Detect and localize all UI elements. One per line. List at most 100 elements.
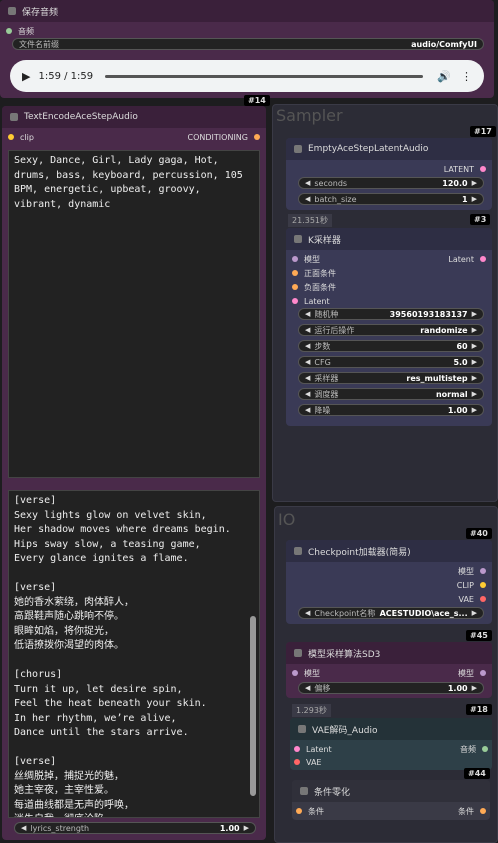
collapse-dot-icon[interactable] (294, 235, 302, 243)
increment-icon[interactable]: ▶ (244, 824, 249, 832)
clip-output-label: CLIP (456, 580, 474, 590)
model-input-socket-icon[interactable] (292, 256, 298, 262)
increment-icon[interactable]: ▶ (472, 342, 477, 350)
clip-input-row: clip (8, 130, 34, 144)
collapse-dot-icon[interactable] (294, 649, 302, 657)
decrement-icon[interactable]: ◀ (305, 310, 310, 318)
conditioning-output-socket-icon[interactable] (254, 134, 260, 140)
increment-icon[interactable]: ▶ (472, 179, 477, 187)
decrement-icon[interactable]: ◀ (305, 179, 310, 187)
increment-icon[interactable]: ▶ (472, 609, 477, 617)
collapse-dot-icon[interactable] (8, 7, 16, 15)
save-audio-header[interactable]: 保存音频 (0, 0, 494, 22)
batch-size-widget[interactable]: ◀ batch_size 1 ▶ (298, 193, 484, 205)
collapse-dot-icon[interactable] (300, 787, 308, 795)
scheduler-label: 调度器 (314, 389, 339, 399)
increment-icon[interactable]: ▶ (472, 406, 477, 414)
seconds-widget[interactable]: ◀ seconds 120.0 ▶ (298, 177, 484, 189)
latent-output-socket-icon[interactable] (480, 256, 486, 262)
text-encode-header[interactable]: TextEncodeAceStepAudio (2, 106, 266, 128)
empty-latent-node[interactable]: EmptyAceStepLatentAudio LATENT ◀ seconds… (286, 138, 492, 210)
vae-output-label: VAE (458, 594, 475, 604)
scheduler-value: normal (435, 389, 468, 399)
seed-widget[interactable]: ◀ 随机种 395601931831​37 ▶ (298, 308, 484, 320)
tags-textarea[interactable]: Sexy, Dance, Girl, Lady gaga, Hot, drums… (8, 150, 260, 478)
save-audio-node[interactable]: 保存音频 音频 文件名前缀 audio/ComfyUI ▶ 1:59 / 1:5… (0, 0, 494, 98)
negative-input-socket-icon[interactable] (292, 284, 298, 290)
play-icon[interactable]: ▶ (22, 70, 30, 83)
checkpoint-header[interactable]: Checkpoint加载器(简易) (286, 540, 492, 562)
steps-widget[interactable]: ◀ 步数 60 ▶ (298, 340, 484, 352)
more-options-icon[interactable]: ⋮ (461, 70, 472, 83)
decrement-icon[interactable]: ◀ (305, 390, 310, 398)
conditioning-output-socket-icon[interactable] (480, 808, 486, 814)
decrement-icon[interactable]: ◀ (305, 374, 310, 382)
control-after-generate-widget[interactable]: ◀ 运行后操作 randomize ▶ (298, 324, 484, 336)
audio-input-socket-icon[interactable] (6, 28, 12, 34)
filename-prefix-field[interactable]: 文件名前缀 audio/ComfyUI (12, 38, 484, 50)
audio-progress-bar[interactable] (105, 74, 424, 78)
empty-latent-header[interactable]: EmptyAceStepLatentAudio (286, 138, 492, 160)
model-output-socket-icon[interactable] (480, 670, 486, 676)
decrement-icon[interactable]: ◀ (305, 195, 310, 203)
decrement-icon[interactable]: ◀ (305, 358, 310, 366)
latent-output-label: Latent (448, 254, 474, 264)
clip-output-socket-icon[interactable] (480, 582, 486, 588)
lyrics-textarea[interactable]: [verse] Sexy lights glow on velvet skin,… (8, 490, 260, 818)
lyrics-strength-widget[interactable]: ◀ lyrics_strength 1.00 ▶ (14, 822, 256, 834)
volume-icon[interactable]: 🔊 (437, 70, 451, 83)
increment-icon[interactable]: ▶ (472, 310, 477, 318)
checkpoint-name-widget[interactable]: ◀ Checkpoint名称 ACESTUDIO\ace_s... ▶ (298, 607, 484, 619)
increment-icon[interactable]: ▶ (472, 358, 477, 366)
positive-input-socket-icon[interactable] (292, 270, 298, 276)
conditioning-output-row: CONDITIONING (188, 130, 260, 144)
increment-icon[interactable]: ▶ (472, 390, 477, 398)
latent-output-socket-icon[interactable] (480, 166, 486, 172)
increment-icon[interactable]: ▶ (472, 326, 477, 334)
audio-player[interactable]: ▶ 1:59 / 1:59 🔊 ⋮ (10, 60, 484, 92)
decrement-icon[interactable]: ◀ (305, 609, 310, 617)
decrement-icon[interactable]: ◀ (305, 326, 310, 334)
conditioning-input-socket-icon[interactable] (296, 808, 302, 814)
denoise-widget[interactable]: ◀ 降噪 1.00 ▶ (298, 404, 484, 416)
steps-value: 60 (456, 341, 468, 351)
scheduler-widget[interactable]: ◀ 调度器 normal ▶ (298, 388, 484, 400)
cfg-widget[interactable]: ◀ CFG 5.0 ▶ (298, 356, 484, 368)
model-sampling-header[interactable]: 模型采样算法SD3 (286, 642, 492, 664)
increment-icon[interactable]: ▶ (472, 684, 477, 692)
collapse-dot-icon[interactable] (10, 113, 18, 121)
latent-input-socket-icon[interactable] (294, 746, 300, 752)
vae-decode-header[interactable]: VAE解码_Audio (290, 718, 492, 740)
latent-input-socket-icon[interactable] (292, 298, 298, 304)
vae-input-socket-icon[interactable] (294, 759, 300, 765)
vae-output-socket-icon[interactable] (480, 596, 486, 602)
increment-icon[interactable]: ▶ (472, 195, 477, 203)
decrement-icon[interactable]: ◀ (305, 406, 310, 414)
latent-input-row: Latent (294, 742, 332, 756)
io-group-title: IO (278, 510, 296, 529)
checkpoint-name-value: ACESTUDIO\ace_s... (379, 608, 468, 618)
lyrics-scrollbar[interactable] (250, 616, 256, 796)
shift-widget[interactable]: ◀ 偏移 1.00 ▶ (298, 682, 484, 694)
sampler-name-widget[interactable]: ◀ 采样器 res_multistep ▶ (298, 372, 484, 384)
model-input-socket-icon[interactable] (292, 670, 298, 676)
ksampler-header[interactable]: K采样器 (286, 228, 492, 250)
ksampler-node[interactable]: K采样器 模型 Latent 正面条件 负面条件 Latent ◀ 随机种 3956… (286, 228, 492, 426)
collapse-dot-icon[interactable] (294, 145, 302, 153)
latent-input-label: Latent (304, 296, 330, 306)
clip-input-socket-icon[interactable] (8, 134, 14, 140)
collapse-dot-icon[interactable] (294, 547, 302, 555)
text-encode-node[interactable]: TextEncodeAceStepAudio clip CONDITIONING… (2, 106, 266, 840)
conditioning-zero-out-node[interactable]: 条件零化 条件 条件 (292, 780, 490, 820)
collapse-dot-icon[interactable] (298, 725, 306, 733)
increment-icon[interactable]: ▶ (472, 374, 477, 382)
vae-decode-node[interactable]: VAE解码_Audio Latent 音频 VAE (290, 718, 492, 770)
decrement-icon[interactable]: ◀ (305, 342, 310, 350)
checkpoint-loader-node[interactable]: Checkpoint加载器(简易) 模型 CLIP VAE ◀ Checkpoin… (286, 540, 492, 624)
model-sampling-sd3-node[interactable]: 模型采样算法SD3 模型 模型 ◀ 偏移 1.00 ▶ (286, 642, 492, 698)
audio-output-socket-icon[interactable] (482, 746, 488, 752)
decrement-icon[interactable]: ◀ (305, 684, 310, 692)
model-output-socket-icon[interactable] (480, 568, 486, 574)
decrement-icon[interactable]: ◀ (21, 824, 26, 832)
conditioning-zero-header[interactable]: 条件零化 (292, 780, 490, 802)
